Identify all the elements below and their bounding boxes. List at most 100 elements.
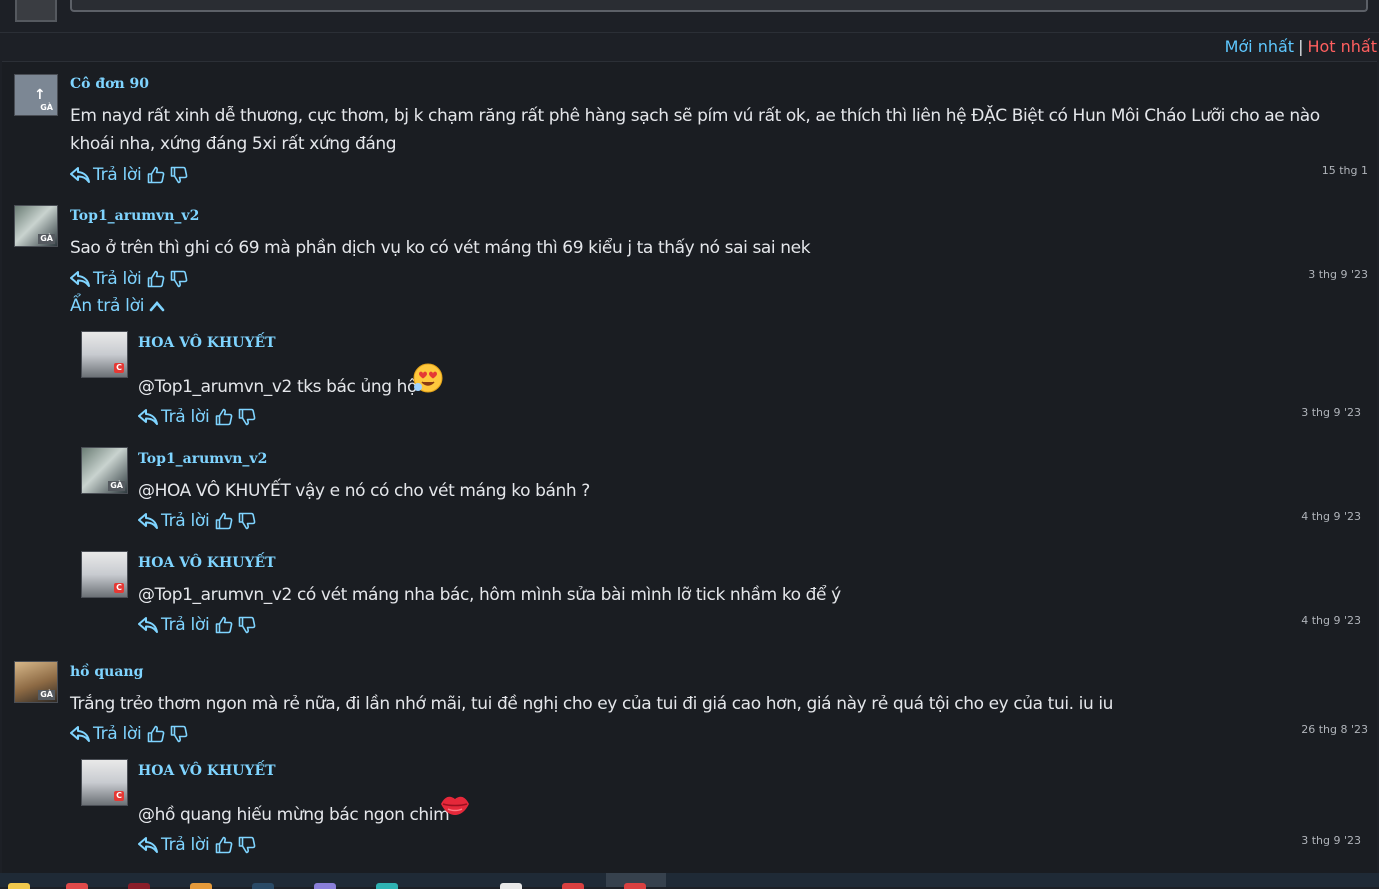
hide-replies-label: Ẩn trả lời bbox=[70, 296, 145, 316]
reply-button[interactable]: Trả lời bbox=[70, 724, 145, 744]
current-user-avatar bbox=[15, 0, 57, 22]
rank-badge: GÀ bbox=[108, 481, 125, 491]
taskbar-app-icon[interactable] bbox=[624, 883, 646, 889]
avatar[interactable]: C bbox=[81, 759, 128, 806]
thumbs-up-icon bbox=[148, 270, 165, 288]
thumbs-down-icon bbox=[171, 270, 188, 288]
reply-label: Trả lời bbox=[161, 407, 210, 427]
dislike-button[interactable] bbox=[170, 270, 188, 288]
reply-label: Trả lời bbox=[93, 165, 142, 185]
thumbs-down-icon bbox=[171, 166, 188, 184]
reply-actions: Trả lời bbox=[138, 613, 259, 637]
like-button[interactable] bbox=[215, 836, 233, 854]
dislike-button[interactable] bbox=[170, 166, 188, 184]
reply-label: Trả lời bbox=[161, 511, 210, 531]
reply-actions: Trả lời bbox=[138, 833, 259, 857]
reply-button[interactable]: Trả lời bbox=[138, 615, 213, 635]
taskbar-app-icon[interactable] bbox=[8, 883, 30, 889]
reply-author[interactable]: HOA VÔ KHUYẾT bbox=[138, 555, 276, 571]
comment-compose-bar bbox=[0, 0, 1379, 33]
taskbar-app-icon[interactable] bbox=[190, 883, 212, 889]
thumbs-down-icon bbox=[239, 836, 256, 854]
reply-actions: Trả lời bbox=[138, 509, 259, 533]
reply-icon bbox=[138, 837, 158, 853]
avatar[interactable]: GÀ bbox=[81, 447, 128, 494]
sort-separator: | bbox=[1298, 37, 1304, 56]
like-button[interactable] bbox=[147, 166, 165, 184]
taskbar-app-icon[interactable] bbox=[252, 883, 274, 889]
reply-author[interactable]: Top1_arumvn_v2 bbox=[138, 451, 267, 467]
reply-button[interactable]: Trả lời bbox=[70, 269, 145, 289]
taskbar bbox=[0, 873, 1379, 889]
thumbs-down-icon bbox=[239, 616, 256, 634]
dislike-button[interactable] bbox=[238, 512, 256, 530]
sort-hot-link[interactable]: Hot nhất bbox=[1307, 37, 1377, 56]
arrow-up-icon: ↑ bbox=[34, 87, 46, 103]
comment-author[interactable]: Cô đơn 90 bbox=[70, 76, 149, 92]
taskbar-app-icon[interactable] bbox=[562, 883, 584, 889]
thumbs-up-icon bbox=[216, 408, 233, 426]
reply-icon bbox=[138, 617, 158, 633]
taskbar-app-icon[interactable] bbox=[314, 883, 336, 889]
like-button[interactable] bbox=[215, 408, 233, 426]
rank-badge: C bbox=[114, 791, 124, 801]
thumbs-up-icon bbox=[216, 616, 233, 634]
taskbar-app-icon[interactable] bbox=[66, 883, 88, 889]
like-button[interactable] bbox=[147, 270, 165, 288]
dislike-button[interactable] bbox=[170, 725, 188, 743]
reply-button[interactable]: Trả lời bbox=[138, 511, 213, 531]
thumbs-down-icon bbox=[239, 408, 256, 426]
comment-actions: Trả lời bbox=[70, 163, 191, 187]
comment-time: 26 thg 8 '23 bbox=[1301, 723, 1368, 736]
avatar[interactable]: GÀ bbox=[14, 661, 58, 703]
reply-icon bbox=[138, 409, 158, 425]
taskbar-app-icon[interactable] bbox=[376, 883, 398, 889]
rank-badge: GÀ bbox=[38, 234, 55, 244]
comment-input[interactable] bbox=[70, 0, 1368, 12]
comment-actions: Trả lời bbox=[70, 722, 191, 746]
reply-time: 4 thg 9 '23 bbox=[1301, 614, 1361, 627]
sort-newest-link[interactable]: Mới nhất bbox=[1225, 37, 1294, 56]
thumbs-down-icon bbox=[171, 725, 188, 743]
heart-eyes-emoji bbox=[413, 363, 443, 393]
avatar[interactable]: C bbox=[81, 331, 128, 378]
avatar[interactable]: C bbox=[81, 551, 128, 598]
rank-badge: C bbox=[114, 583, 124, 593]
reply-icon bbox=[70, 726, 90, 742]
reply-author[interactable]: HOA VÔ KHUYẾT bbox=[138, 335, 276, 351]
comment-text: Sao ở trên thì ghi có 69 mà phần dịch vụ… bbox=[70, 238, 811, 258]
avatar[interactable]: ↑ GÀ bbox=[14, 74, 58, 116]
taskbar-app-icon[interactable] bbox=[128, 883, 150, 889]
comment-author[interactable]: Top1_arumvn_v2 bbox=[70, 208, 199, 224]
dislike-button[interactable] bbox=[238, 408, 256, 426]
reply-text: @HOA VÔ KHUYẾT vậy e nó có cho vét máng … bbox=[138, 481, 590, 501]
dislike-button[interactable] bbox=[238, 616, 256, 634]
dislike-button[interactable] bbox=[238, 836, 256, 854]
reply-button[interactable]: Trả lời bbox=[70, 165, 145, 185]
reply-icon bbox=[70, 167, 90, 183]
like-button[interactable] bbox=[147, 725, 165, 743]
thumbs-up-icon bbox=[148, 725, 165, 743]
reply-time: 4 thg 9 '23 bbox=[1301, 510, 1361, 523]
comment-text: Em nayd rất xinh dễ thương, cực thơm, bj… bbox=[70, 106, 1320, 154]
reply-time: 3 thg 9 '23 bbox=[1301, 406, 1361, 419]
like-button[interactable] bbox=[215, 616, 233, 634]
taskbar-app-icon[interactable] bbox=[500, 883, 522, 889]
hide-replies-toggle[interactable]: Ẩn trả lời bbox=[70, 296, 165, 316]
comment-author[interactable]: hồ quang bbox=[70, 664, 143, 680]
reply-button[interactable]: Trả lời bbox=[138, 835, 213, 855]
comment-time: 3 thg 9 '23 bbox=[1308, 268, 1368, 281]
avatar[interactable]: GÀ bbox=[14, 205, 58, 247]
chevron-up-icon bbox=[149, 301, 165, 312]
reply-text: @hồ quang hiếu mừng bác ngon chim bbox=[138, 805, 450, 825]
reply-time: 3 thg 9 '23 bbox=[1301, 834, 1361, 847]
reply-label: Trả lời bbox=[161, 615, 210, 635]
like-button[interactable] bbox=[215, 512, 233, 530]
sort-options: Mới nhất | Hot nhất bbox=[1225, 36, 1377, 58]
reply-label: Trả lời bbox=[161, 835, 210, 855]
reply-button[interactable]: Trả lời bbox=[138, 407, 213, 427]
reply-author[interactable]: HOA VÔ KHUYẾT bbox=[138, 763, 276, 779]
thumbs-up-icon bbox=[216, 512, 233, 530]
reply-label: Trả lời bbox=[93, 269, 142, 289]
reply-actions: Trả lời bbox=[138, 405, 259, 429]
